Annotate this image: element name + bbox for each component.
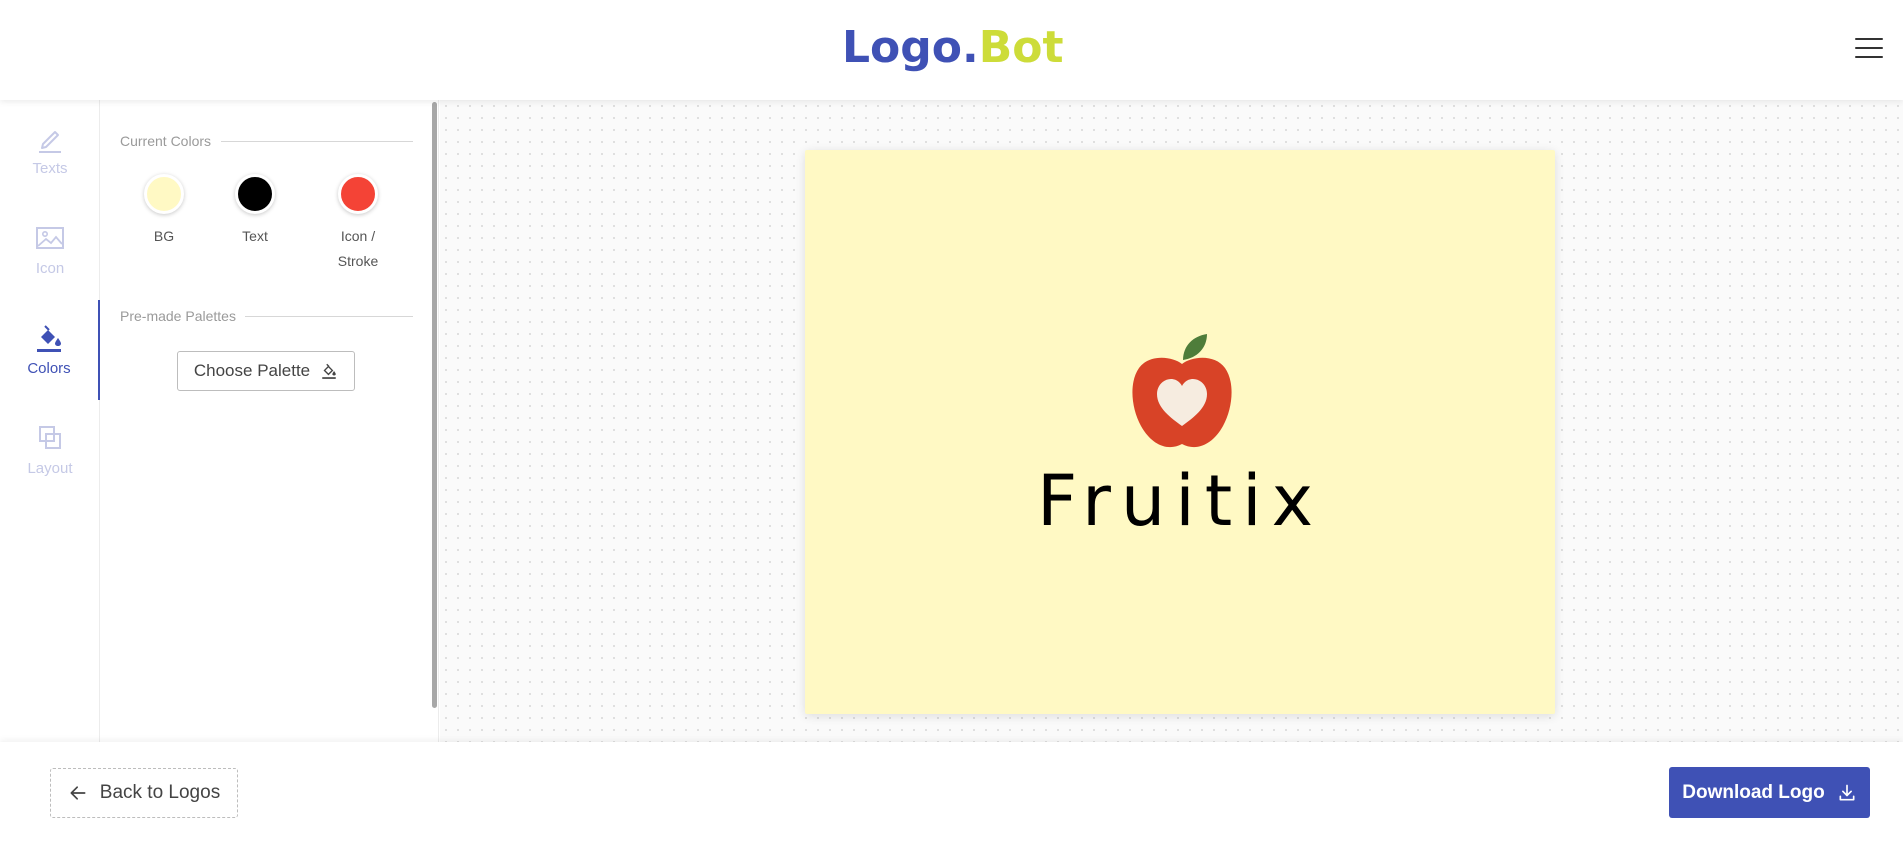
icon-stroke-color-swatch[interactable] (338, 174, 378, 214)
editor-sidenav: Texts Icon Colors Layout (0, 100, 100, 742)
sidenav-item-colors[interactable]: Colors (0, 300, 100, 400)
logo-text: Fruitix (1036, 460, 1324, 542)
download-logo-button[interactable]: Download Logo (1669, 767, 1870, 818)
text-color-swatch[interactable] (235, 174, 275, 214)
bg-color-swatch[interactable] (144, 174, 184, 214)
sidenav-item-icon[interactable]: Icon (0, 200, 100, 300)
arrow-left-icon (70, 786, 86, 800)
image-icon (36, 227, 64, 249)
download-icon (1839, 784, 1855, 800)
logo-preview-card[interactable]: Fruitix (805, 150, 1555, 714)
panel-scrollbar[interactable] (432, 102, 437, 708)
apple-heart-icon (1132, 334, 1232, 448)
paint-bucket-icon (37, 325, 61, 352)
choose-palette-button[interactable]: Choose Palette (177, 351, 355, 391)
back-to-logos-button[interactable]: Back to Logos (50, 768, 238, 818)
sidenav-item-label: Layout (27, 460, 73, 477)
hamburger-menu-icon[interactable] (1855, 38, 1883, 60)
top-header: Logo.Bot (0, 0, 1903, 100)
icon-stroke-swatch-label-line2: Stroke (337, 253, 379, 269)
sidenav-item-label: Texts (32, 160, 68, 177)
sidenav-item-label: Colors (27, 360, 71, 377)
sidenav-item-texts[interactable]: Texts (0, 100, 100, 200)
pre-made-palettes-heading: Pre-made Palettes (120, 308, 236, 324)
logo-canvas-area: Fruitix (440, 100, 1903, 742)
back-to-logos-label: Back to Logos (99, 782, 221, 803)
icon-stroke-swatch-label: Icon / Stroke (328, 224, 388, 274)
section-divider (245, 316, 413, 317)
choose-palette-label: Choose Palette (193, 361, 311, 380)
layers-icon (39, 426, 61, 449)
download-logo-label: Download Logo (1682, 781, 1825, 803)
brand-logo-part2: Bot (978, 22, 1064, 73)
brand-logo[interactable]: Logo.Bot (842, 22, 1064, 73)
icon-stroke-swatch-label-line1: Icon / (340, 228, 376, 244)
section-divider (221, 141, 413, 142)
sidenav-item-layout[interactable]: Layout (0, 400, 100, 500)
sidenav-item-label: Icon (35, 260, 65, 277)
colors-panel: Current Colors BG Text Icon / Stroke Pre… (100, 100, 439, 742)
brand-logo-part1: Logo. (842, 22, 979, 73)
current-colors-heading: Current Colors (120, 133, 212, 149)
bg-swatch-label: BG (153, 228, 175, 244)
footer-bar: Back to Logos Download Logo (0, 742, 1903, 842)
text-swatch-label: Text (242, 228, 268, 244)
pencil-icon (39, 131, 61, 153)
paint-bucket-icon (322, 363, 336, 379)
